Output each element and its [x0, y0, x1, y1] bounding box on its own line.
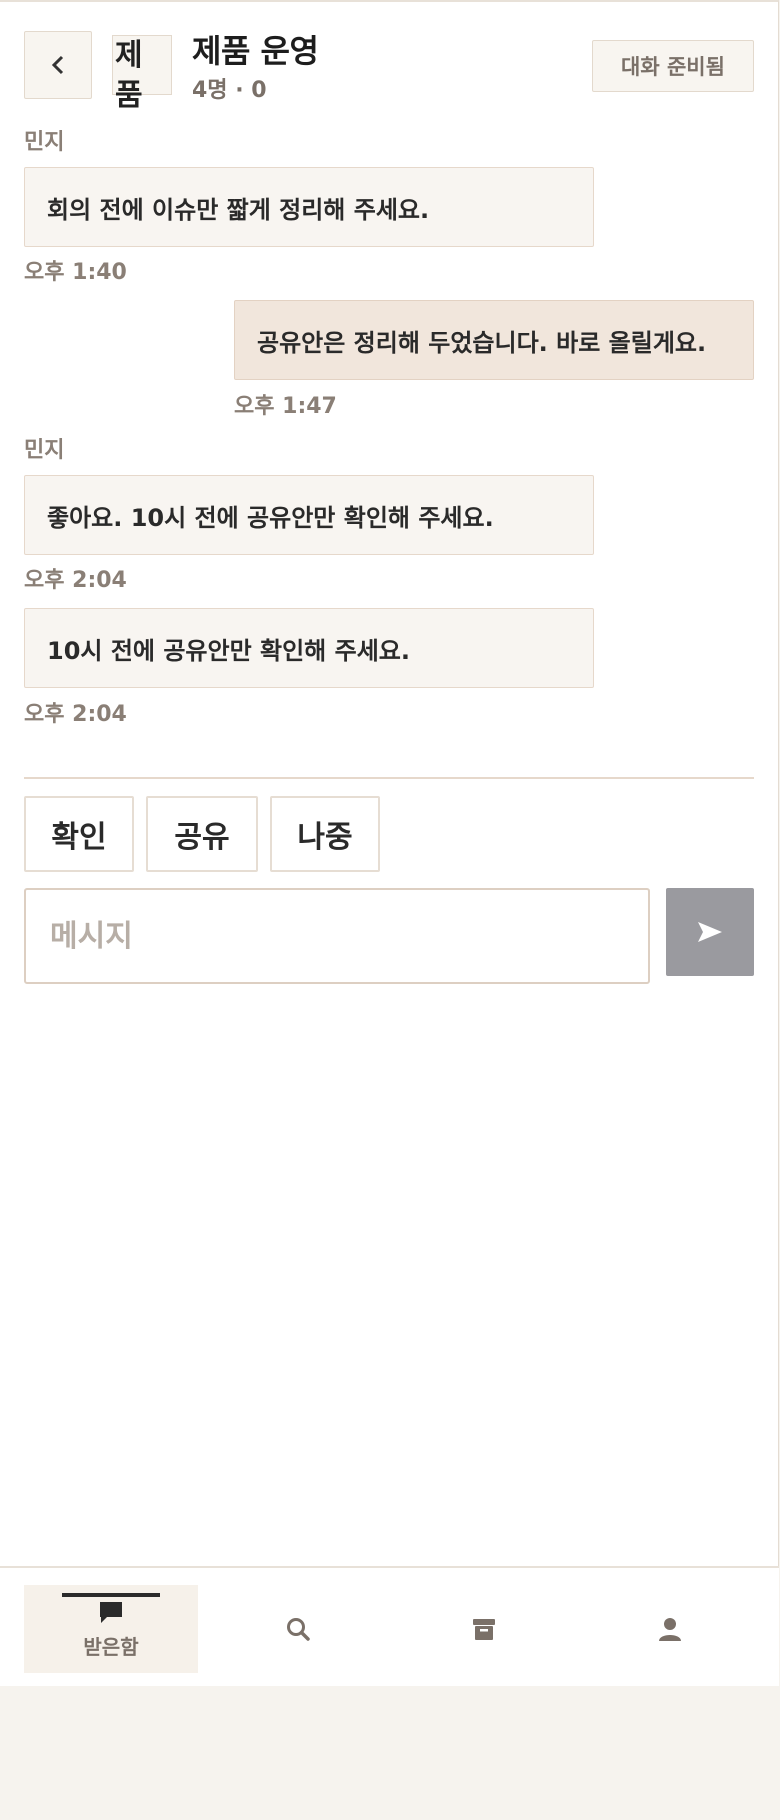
archive-icon [473, 1619, 495, 1640]
chat-icon [100, 1601, 122, 1623]
bottom-nav: 받은함 [0, 1566, 779, 1686]
message-time: 오후 2:04 [24, 702, 127, 727]
chevron-left-icon [51, 55, 64, 75]
quick-reply-confirm[interactable]: 확인 [24, 796, 134, 872]
send-icon [698, 922, 722, 942]
nav-profile[interactable] [583, 1585, 757, 1673]
nav-archive[interactable] [397, 1585, 571, 1673]
quick-reply-later[interactable]: 나중 [270, 796, 380, 872]
message-bubble[interactable]: 좋아요. 10시 전에 공유안만 확인해 주세요. [24, 475, 594, 555]
status-badge: 대화 준비됨 [592, 40, 754, 92]
nav-search[interactable] [211, 1585, 385, 1673]
search-icon [287, 1618, 310, 1641]
back-button[interactable] [24, 31, 92, 99]
group-avatar: 제품 [112, 35, 172, 113]
message-bubble-own[interactable]: 공유안은 정리해 두었습니다. 바로 올릴게요. [234, 300, 754, 380]
nav-inbox[interactable]: 받은함 [24, 1585, 198, 1673]
chat-title: 제품 운영 [192, 32, 319, 70]
nav-active-indicator [62, 1593, 160, 1597]
message-sender: 민지 [24, 438, 65, 463]
profile-icon [659, 1618, 681, 1641]
message-time: 오후 1:40 [24, 260, 127, 285]
message-sender: 민지 [24, 130, 65, 155]
message-time: 오후 2:04 [24, 568, 127, 593]
nav-label: 받은함 [83, 1634, 139, 1659]
message-bubble[interactable]: 회의 전에 이슈만 짧게 정리해 주세요. [24, 167, 594, 247]
send-button[interactable] [666, 888, 754, 976]
quick-reply-share[interactable]: 공유 [146, 796, 258, 872]
composer-divider [24, 777, 754, 779]
chat-screen: 제품 제품 운영 4명 · 0 대화 준비됨 민지 회의 전에 이슈만 짧게 정… [0, 0, 779, 1568]
chat-subtitle: 4명 · 0 [192, 78, 267, 103]
avatar-text: 제품 [115, 38, 143, 113]
message-time: 오후 1:47 [234, 394, 337, 419]
message-bubble[interactable]: 10시 전에 공유안만 확인해 주세요. [24, 608, 594, 688]
message-input[interactable] [24, 888, 650, 984]
